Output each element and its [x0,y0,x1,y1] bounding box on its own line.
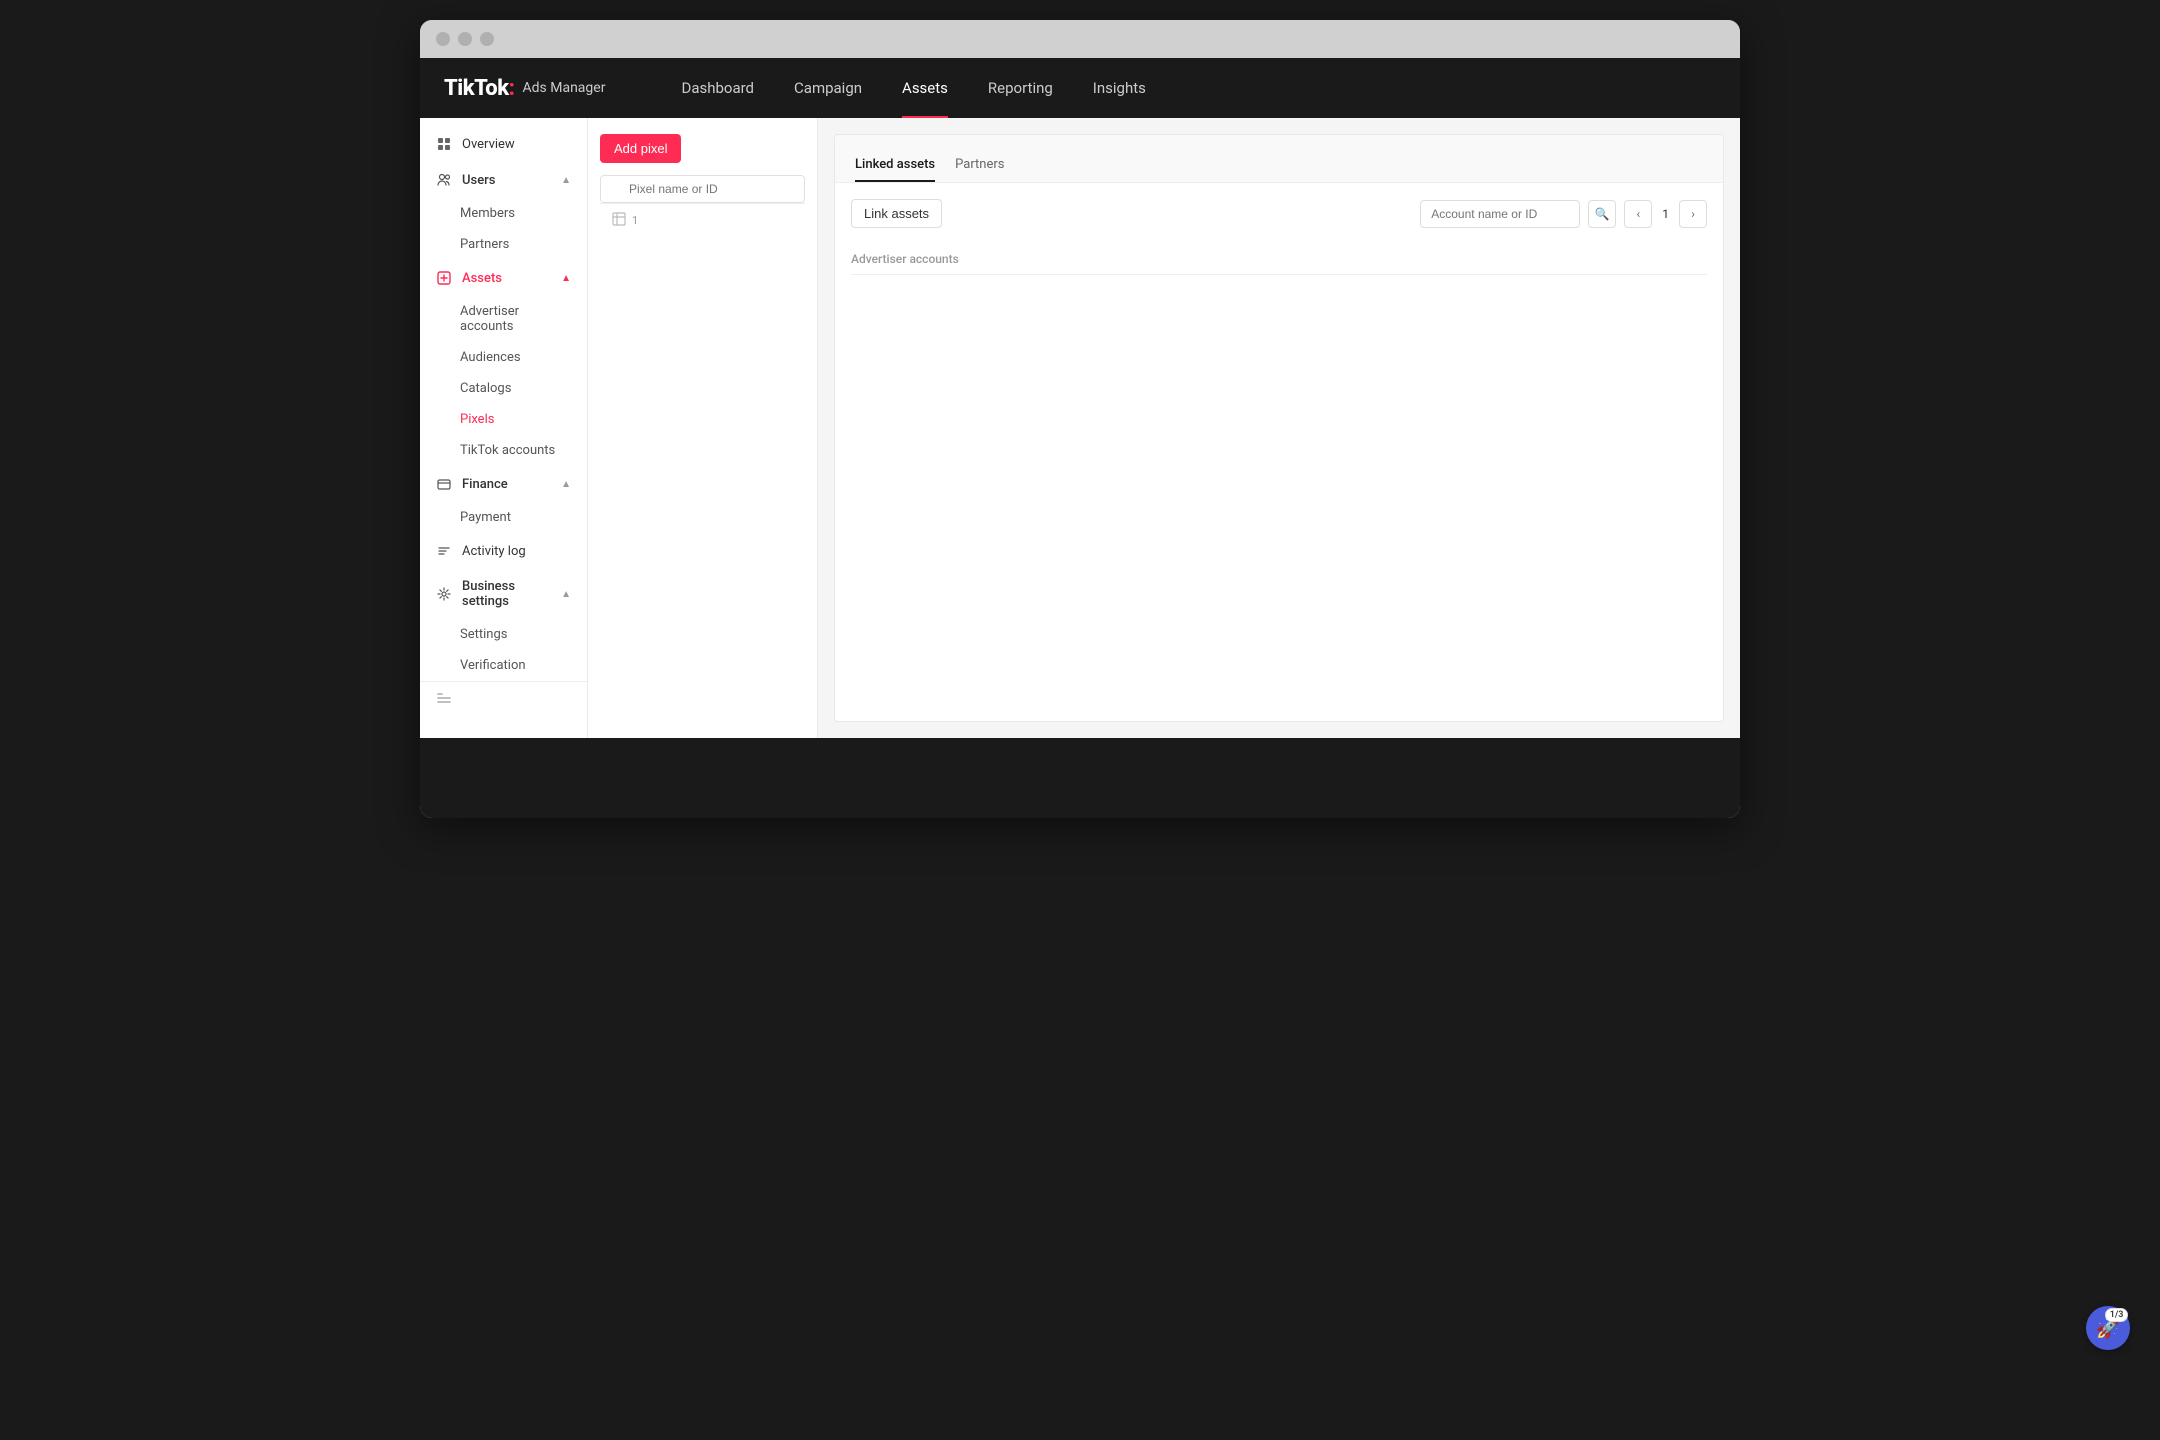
account-search-button[interactable]: 🔍 [1588,200,1616,228]
sidebar-bottom [420,681,587,714]
sidebar-finance-header[interactable]: Finance ▲ [420,466,587,502]
sidebar-users-header[interactable]: Users ▲ [420,162,587,198]
sidebar-item-catalogs[interactable]: Catalogs [420,373,587,404]
prev-page-button[interactable]: ‹ [1624,200,1652,228]
sidebar-item-overview[interactable]: Overview [420,126,587,162]
tab-linked-assets[interactable]: Linked assets [851,135,951,182]
browser-chrome [420,20,1740,58]
logo-text: TikTok: [444,76,515,101]
sidebar-business-label: Business settings [462,579,561,609]
nav-campaign[interactable]: Campaign [774,58,882,118]
pixel-footer: 1 [600,203,805,237]
assets-chevron-icon: ▲ [561,273,571,284]
sidebar-collapse-button[interactable] [420,681,587,714]
browser-dot-yellow [458,32,472,46]
sidebar-item-advertiser-accounts[interactable]: Advertiser accounts [420,296,587,342]
table-icon [612,212,626,229]
grid-icon [436,136,452,152]
browser-dot-red [436,32,450,46]
panel-toolbar: Link assets 🔍 ‹ 1 › [851,199,1707,228]
sidebar: Overview Users [420,118,588,738]
settings-icon [436,586,452,602]
pixel-panel: Add pixel 🔍 1 [588,118,818,738]
sidebar-assets-header[interactable]: Assets ▲ [420,260,587,296]
sidebar-item-tiktok-accounts[interactable]: TikTok accounts [420,435,587,466]
sidebar-item-payment[interactable]: Payment [420,502,587,533]
logo-colon: : [509,76,515,101]
logo-subtitle: Ads Manager [523,80,606,96]
panel-header: Linked assets Partners [835,135,1723,183]
sidebar-item-activity-log[interactable]: Activity log [420,533,587,569]
sidebar-item-partners[interactable]: Partners [420,229,587,260]
add-pixel-button[interactable]: Add pixel [600,134,681,163]
next-page-button[interactable]: › [1679,200,1707,228]
nav-assets[interactable]: Assets [882,58,968,118]
users-icon [436,172,452,188]
account-search-area: 🔍 ‹ 1 › [1420,200,1707,228]
sidebar-item-verification[interactable]: Verification [420,650,587,681]
sidebar-item-settings[interactable]: Settings [420,619,587,650]
table-empty-body [851,275,1707,575]
sidebar-item-audiences[interactable]: Audiences [420,342,587,373]
page-number: 1 [1656,207,1675,221]
app-wrapper: TikTok: Ads Manager Dashboard Campaign A… [420,58,1740,738]
pixel-search-input[interactable] [600,175,805,203]
pixel-count: 1 [632,214,638,227]
business-settings-chevron-icon: ▲ [561,589,571,600]
sidebar-assets-label: Assets [462,271,502,286]
pixel-search-wrapper: 🔍 [600,175,805,203]
users-chevron-icon: ▲ [561,175,571,186]
sidebar-activity-label: Activity log [462,544,526,559]
pagination-controls: ‹ 1 › [1624,200,1707,228]
finance-chevron-icon: ▲ [561,479,571,490]
finance-icon [436,476,452,492]
sidebar-item-members[interactable]: Members [420,198,587,229]
nav-insights[interactable]: Insights [1073,58,1166,118]
nav-dashboard[interactable]: Dashboard [661,58,774,118]
account-search-icon: 🔍 [1595,207,1610,221]
browser-dot-green [480,32,494,46]
sidebar-business-settings-header[interactable]: Business settings ▲ [420,569,587,619]
link-assets-button[interactable]: Link assets [851,199,942,228]
sidebar-finance-label: Finance [462,477,508,492]
bottom-bar [420,738,1740,818]
logo-tiktok: TikTok [444,76,509,101]
table-header: Advertiser accounts [851,244,1707,275]
column-header-advertiser-accounts: Advertiser accounts [851,252,959,266]
main-panel: Linked assets Partners Link assets 🔍 [834,134,1724,722]
activity-icon [436,543,452,559]
content-area: Add pixel 🔍 1 [588,118,1740,738]
sidebar-item-pixels[interactable]: Pixels [420,404,587,435]
account-search-input[interactable] [1420,200,1580,228]
panel-tabs: Linked assets Partners [835,135,1723,182]
assets-icon [436,270,452,286]
sidebar-overview-label: Overview [462,137,515,152]
panel-body: Link assets 🔍 ‹ 1 › [835,183,1723,721]
logo-area: TikTok: Ads Manager [444,76,605,101]
nav-reporting[interactable]: Reporting [968,58,1073,118]
top-nav: TikTok: Ads Manager Dashboard Campaign A… [420,58,1740,118]
nav-items: Dashboard Campaign Assets Reporting Insi… [661,58,1716,118]
sidebar-users-label: Users [462,173,495,188]
browser-window: TikTok: Ads Manager Dashboard Campaign A… [420,20,1740,818]
main-layout: Overview Users [420,118,1740,738]
tab-partners[interactable]: Partners [951,135,1020,182]
